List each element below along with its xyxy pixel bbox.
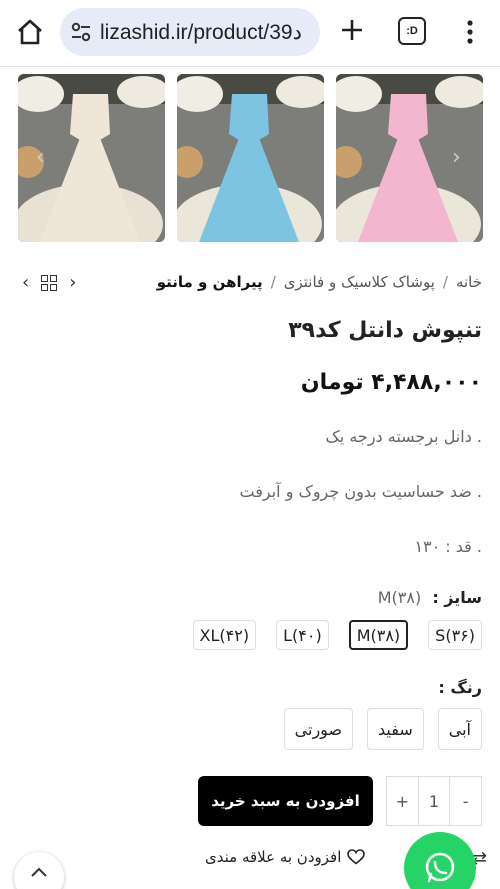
feature-item: . ضد حساسیت بدون چروک و آبرفت xyxy=(239,482,482,501)
color-option-white[interactable]: سفید xyxy=(367,708,424,750)
qty-input[interactable]: 1 xyxy=(419,777,451,825)
chevron-up-icon xyxy=(31,867,47,877)
breadcrumb-subcategory[interactable]: پیراهن و مانتو xyxy=(157,273,263,291)
browser-toolbar: lizashid.ir/product/39د :D xyxy=(0,0,500,64)
heart-icon xyxy=(347,849,366,865)
breadcrumb-separator: / xyxy=(270,273,276,291)
gallery-next-icon[interactable]: › xyxy=(452,145,461,170)
new-tab-icon[interactable] xyxy=(336,14,368,46)
tab-switcher-button[interactable]: :D xyxy=(398,17,426,45)
product-price: ۴,۴۸۸,۰۰۰ تومان xyxy=(300,370,482,395)
gallery-thumb-blue[interactable] xyxy=(177,74,324,242)
breadcrumb: خانه / پوشاک کلاسیک و فانتزی / پیراهن و … xyxy=(157,273,482,291)
feature-item: . دانل برجسته درجه یک xyxy=(325,427,482,446)
gallery-prev-icon[interactable]: ‹ xyxy=(36,145,45,170)
color-options: آبی سفید صورتی xyxy=(283,708,482,750)
grid-icon[interactable] xyxy=(41,274,58,291)
product-features: . دانل برجسته درجه یک . ضد حساسیت بدون چ… xyxy=(22,425,482,590)
size-label-text: سایز : xyxy=(432,588,482,607)
more-menu-icon[interactable] xyxy=(460,16,480,48)
site-settings-icon[interactable] xyxy=(68,19,94,45)
wishlist-label: افزودن به علاقه مندی xyxy=(205,848,342,866)
breadcrumb-separator: / xyxy=(442,273,448,291)
feature-item: . قد : ۱۳۰ xyxy=(414,537,482,556)
address-bar[interactable]: lizashid.ir/product/39د xyxy=(60,8,320,56)
product-gallery: ‹ › xyxy=(0,66,500,246)
quantity-stepper: + 1 - xyxy=(386,776,482,826)
size-selected-value: M(۳۸) xyxy=(377,588,422,607)
wishlist-button[interactable]: افزودن به علاقه مندی xyxy=(205,848,366,866)
size-option-xl[interactable]: XL(۴۲) xyxy=(192,620,257,650)
size-options: S(۳۶) M(۳۸) L(۴۰) XL(۴۲) xyxy=(192,620,482,650)
breadcrumb-category[interactable]: پوشاک کلاسیک و فانتزی xyxy=(284,273,435,291)
tab-count: :D xyxy=(406,25,418,37)
color-label: رنگ : xyxy=(438,678,482,697)
add-to-cart-button[interactable]: افزودن به سبد خرید xyxy=(198,776,373,826)
home-icon[interactable] xyxy=(14,16,46,48)
qty-minus-button[interactable]: - xyxy=(450,777,481,825)
gallery-thumb-pink[interactable] xyxy=(336,74,483,242)
prev-product-icon[interactable]: ‹ xyxy=(22,272,29,293)
color-option-blue[interactable]: آبی xyxy=(437,708,482,750)
next-product-icon[interactable]: › xyxy=(69,272,76,293)
url-text: lizashid.ir/product/39د xyxy=(100,20,302,44)
qty-plus-button[interactable]: + xyxy=(387,777,419,825)
size-option-s[interactable]: S(۳۶) xyxy=(428,620,482,650)
product-nav: ‹ › xyxy=(22,272,76,293)
scroll-top-button[interactable] xyxy=(14,852,64,889)
color-option-pink[interactable]: صورتی xyxy=(283,708,354,750)
breadcrumb-row: ‹ › خانه / پوشاک کلاسیک و فانتزی / پیراه… xyxy=(0,268,500,300)
size-option-m[interactable]: M(۳۸) xyxy=(348,620,409,650)
breadcrumb-home[interactable]: خانه xyxy=(456,273,482,291)
whatsapp-icon xyxy=(425,852,455,883)
size-option-l[interactable]: L(۴۰) xyxy=(276,620,329,650)
product-title: تنپوش دانتل کد۳۹ xyxy=(288,318,482,343)
size-label: سایز : M(۳۸) xyxy=(378,588,482,607)
whatsapp-button[interactable] xyxy=(404,832,476,889)
